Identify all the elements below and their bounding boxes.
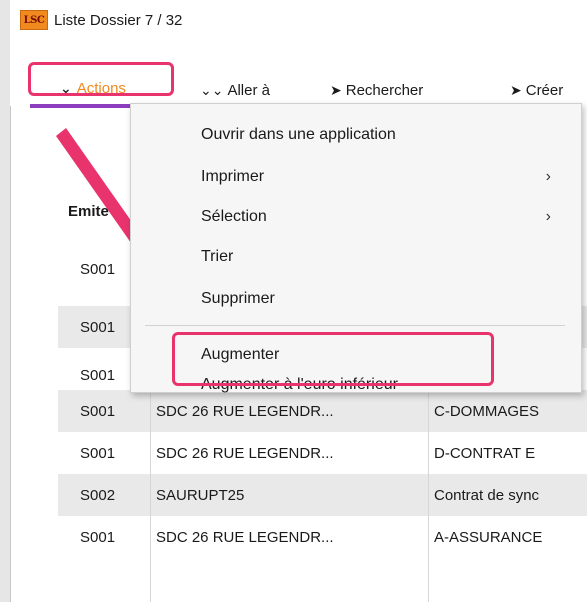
menu-item-open-in-app[interactable]: Ouvrir dans une application: [201, 126, 396, 144]
menu-item-delete[interactable]: Supprimer: [201, 290, 275, 308]
menu-item-selection[interactable]: Sélection: [201, 208, 267, 226]
increase-options-highlight-box: [172, 332, 494, 386]
actions-highlight-box: [28, 62, 174, 96]
chevron-right-icon: ›: [545, 208, 551, 225]
chevron-right-icon: ›: [545, 168, 551, 185]
menu-separator: [145, 325, 565, 326]
menu-item-print[interactable]: Imprimer: [201, 168, 264, 186]
menu-item-sort[interactable]: Trier: [201, 248, 233, 266]
